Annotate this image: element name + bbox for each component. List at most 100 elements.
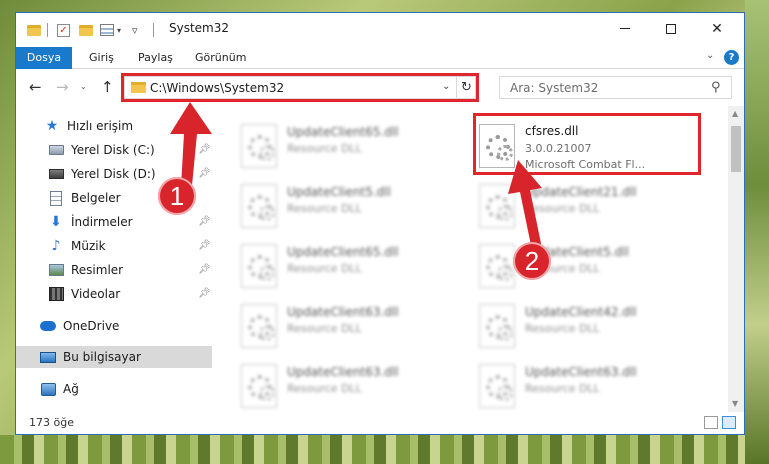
list-item[interactable]: UpdateClient42.dll Resource DLL — [475, 298, 705, 354]
sidebar-item-label: Bu bilgisayar — [63, 350, 141, 364]
dll-file-icon — [241, 244, 277, 288]
sidebar-item-this-pc[interactable]: Bu bilgisayar — [16, 346, 212, 368]
new-folder-icon[interactable] — [79, 22, 93, 38]
customize-toolbar-icon[interactable]: ▿ — [132, 22, 138, 38]
expand-ribbon-icon[interactable]: ⌄ — [706, 50, 714, 61]
file-type: Resource DLL — [287, 382, 362, 395]
callout-badge-1: 1 — [158, 177, 196, 215]
network-icon — [40, 381, 56, 397]
sidebar-item-network[interactable]: Ağ — [40, 378, 212, 400]
tab-file[interactable]: Dosya — [16, 47, 72, 69]
list-item[interactable]: UpdateClient63.dll Resource DLL — [475, 358, 705, 412]
file-name: UpdateClient42.dll — [525, 305, 637, 319]
file-list: UpdateClient65.dll Resource DLL UpdateCl… — [213, 106, 728, 412]
file-name: UpdateClient65.dll — [287, 125, 399, 139]
pin-icon[interactable]: 📌︎ — [198, 288, 211, 299]
sidebar-item-onedrive[interactable]: OneDrive — [40, 315, 212, 337]
vertical-scrollbar[interactable]: ▲ ▼ — [728, 106, 744, 412]
tab-share[interactable]: Paylaş — [138, 47, 173, 69]
status-bar: 173 öğe — [16, 412, 744, 434]
scroll-up-icon[interactable]: ▲ — [732, 109, 738, 118]
sidebar-item-label: Yerel Disk (D:) — [71, 167, 156, 181]
documents-icon — [48, 190, 64, 206]
search-box[interactable]: Ara: System32 ⚲ — [499, 76, 732, 99]
search-input[interactable]: Ara: System32 — [510, 81, 598, 95]
sidebar-item-label: Müzik — [71, 239, 106, 253]
close-button[interactable]: ✕ — [694, 13, 740, 44]
separator — [153, 22, 154, 38]
list-item[interactable]: UpdateClient65.dll Resource DLL — [237, 118, 467, 174]
details-view-icon[interactable] — [704, 416, 718, 429]
computer-icon — [40, 349, 56, 365]
checkmark-icon[interactable]: ✓ — [57, 22, 70, 38]
drive-icon — [48, 166, 64, 182]
sidebar-item-label: Resimler — [71, 263, 124, 277]
file-type: Resource DLL — [525, 382, 600, 395]
close-icon: ✕ — [711, 20, 723, 37]
pin-icon[interactable]: 📌︎ — [198, 264, 211, 275]
tiles-view-icon[interactable] — [722, 416, 736, 429]
file-type: Resource DLL — [287, 142, 362, 155]
dll-file-icon — [241, 184, 277, 228]
sidebar-item-pictures[interactable]: Resimler — [48, 259, 212, 281]
item-count: 173 öğe — [29, 416, 74, 429]
sidebar-item-downloads[interactable]: ⬇ İndirmeler — [48, 211, 212, 233]
title-bar: ✓ ▾ ▿ System32 ✕ — [16, 13, 744, 47]
file-name: UpdateClient63.dll — [287, 365, 399, 379]
sidebar-item-label: Ağ — [63, 382, 79, 396]
file-name: UpdateClient65.dll — [287, 245, 399, 259]
sidebar-item-label: OneDrive — [63, 319, 120, 333]
list-item[interactable]: UpdateClient65.dll Resource DLL — [237, 238, 467, 294]
maximize-icon — [666, 23, 676, 34]
sidebar-item-videos[interactable]: Videolar — [48, 283, 212, 305]
quick-access-dropdown-icon[interactable]: ▾ — [117, 22, 121, 38]
pictures-icon — [48, 262, 64, 278]
drive-icon — [48, 142, 64, 158]
tab-view[interactable]: Görünüm — [195, 47, 246, 69]
pin-icon[interactable]: 📌︎ — [198, 216, 211, 227]
file-type: Resource DLL — [287, 322, 362, 335]
maximize-button[interactable] — [648, 13, 694, 44]
list-item[interactable]: UpdateClient63.dll Resource DLL — [237, 298, 467, 354]
file-name: UpdateClient63.dll — [525, 365, 637, 379]
file-type: Resource DLL — [287, 202, 362, 215]
tab-home[interactable]: Giriş — [89, 47, 114, 69]
sidebar-item-music[interactable]: ♪ Müzik — [48, 235, 212, 257]
dll-file-icon — [241, 304, 277, 348]
forward-arrow-icon[interactable]: → — [56, 78, 69, 96]
music-icon: ♪ — [51, 238, 61, 254]
star-icon: ★ — [45, 118, 59, 134]
desktop-background-edge — [745, 0, 769, 464]
recent-locations-icon[interactable]: ⌄ — [80, 82, 87, 91]
file-name: UpdateClient63.dll — [287, 305, 399, 319]
file-type: Resource DLL — [287, 262, 362, 275]
list-item[interactable]: UpdateClient63.dll Resource DLL — [237, 358, 467, 412]
minimize-icon — [620, 28, 630, 29]
minimize-button[interactable] — [602, 13, 648, 44]
sidebar-item-label: Yerel Disk (C:) — [71, 143, 155, 157]
back-arrow-icon[interactable]: ← — [29, 78, 42, 96]
file-type: Resource DLL — [525, 322, 600, 335]
dll-file-icon — [479, 364, 515, 408]
window-title: System32 — [169, 21, 230, 35]
sidebar-item-label: Hızlı erişim — [67, 119, 134, 133]
properties-icon[interactable] — [100, 22, 114, 38]
sidebar-item-label: İndirmeler — [71, 215, 133, 229]
sidebar-item-label: Videolar — [71, 287, 121, 301]
list-item[interactable]: UpdateClient5.dll Resource DLL — [237, 178, 467, 234]
navigation-bar: ← → ⌄ ↑ C:\Windows\System32 ⌄ ↻ Ara: Sys… — [16, 70, 744, 106]
folder-icon — [27, 22, 41, 38]
download-icon: ⬇ — [50, 214, 62, 230]
callout-badge-2: 2 — [513, 242, 551, 280]
cloud-icon — [40, 318, 56, 334]
pin-icon[interactable]: 📌︎ — [198, 240, 211, 251]
up-arrow-icon[interactable]: ↑ — [101, 78, 114, 96]
help-icon[interactable]: ? — [724, 50, 739, 65]
scrollbar-thumb[interactable] — [731, 126, 741, 172]
scroll-down-icon[interactable]: ▼ — [732, 399, 738, 408]
dll-file-icon — [479, 304, 515, 348]
videos-icon — [48, 286, 64, 302]
ribbon-tabs: Dosya Giriş Paylaş Görünüm ⌄ ? — [16, 47, 744, 69]
desktop-background — [0, 435, 769, 464]
sidebar-item-label: Belgeler — [71, 191, 121, 205]
